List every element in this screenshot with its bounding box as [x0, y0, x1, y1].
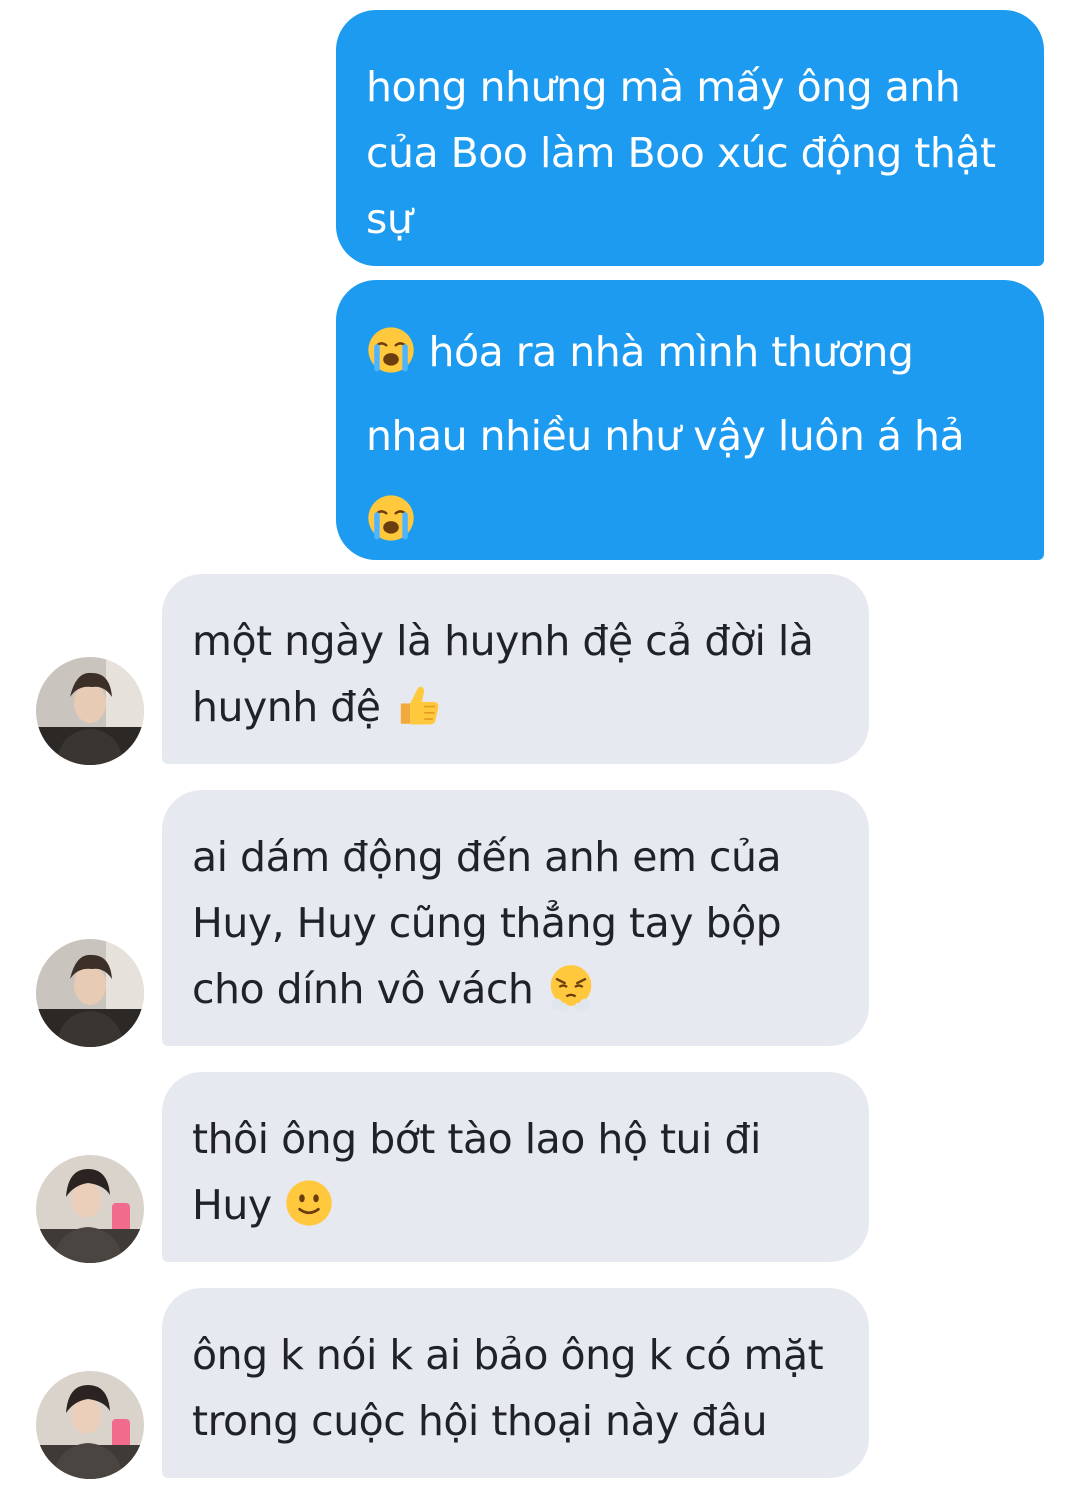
loudly-crying-face-icon: [366, 325, 416, 375]
message-text-line: ai dám động đến anh em của: [192, 833, 782, 881]
message-text-line: hong nhưng mà mấy ông anh: [366, 63, 961, 111]
message-bubble-incoming[interactable]: thôi ông bớt tào lao hộ tui đi Huy: [162, 1072, 869, 1262]
message-text-line: thôi ông bớt tào lao hộ tui đi: [192, 1115, 761, 1163]
message-bubble-incoming[interactable]: ông k nói k ai bảo ông k có mặt trong cu…: [162, 1288, 869, 1478]
message-text-line: hóa ra nhà mình thương: [428, 328, 914, 376]
avatar[interactable]: [36, 657, 144, 765]
message-bubble-outgoing[interactable]: hong nhưng mà mấy ông anh của Boo làm Bo…: [336, 10, 1044, 266]
message-text-line: sự: [366, 195, 413, 243]
message-text-line: nhau nhiều như vậy luôn á hả: [366, 412, 965, 460]
message-bubble-incoming[interactable]: ai dám động đến anh em của Huy, Huy cũng…: [162, 790, 869, 1046]
avatar[interactable]: [36, 1371, 144, 1479]
message-bubble-incoming[interactable]: một ngày là huynh đệ cả đời là huynh đệ: [162, 574, 869, 764]
message-text-line: Huy: [192, 1181, 272, 1229]
message-text-line: huynh đệ: [192, 683, 381, 731]
conversation: hong nhưng mà mấy ông anh của Boo làm Bo…: [0, 0, 1080, 1489]
avatar[interactable]: [36, 939, 144, 1047]
message-text-line: trong cuộc hội thoại này đâu: [192, 1397, 768, 1445]
loudly-crying-face-icon: [366, 493, 416, 543]
slightly-smiling-face-icon: [284, 1178, 334, 1228]
message-bubble-outgoing[interactable]: hóa ra nhà mình thương nhau nhiều như vậ…: [336, 280, 1044, 560]
message-text-line: của Boo làm Boo xúc động thật: [366, 129, 996, 177]
face-with-steam-from-nose-icon: [546, 962, 596, 1012]
message-text-line: ông k nói k ai bảo ông k có mặt: [192, 1331, 824, 1379]
message-text-line: cho dính vô vách: [192, 965, 534, 1013]
message-text-line: Huy, Huy cũng thẳng tay bộp: [192, 899, 782, 947]
thumbs-up-icon: [393, 680, 443, 730]
avatar[interactable]: [36, 1155, 144, 1263]
message-text-line: một ngày là huynh đệ cả đời là: [192, 617, 814, 665]
